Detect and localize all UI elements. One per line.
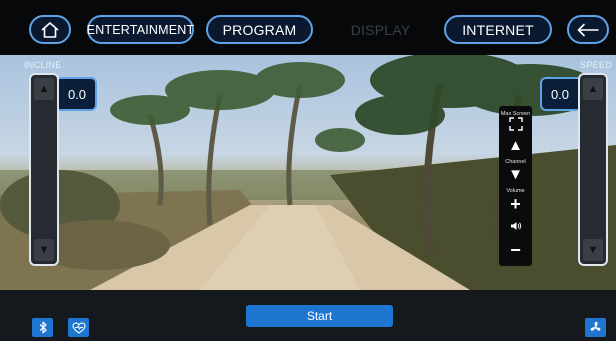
max-screen-button[interactable] — [508, 117, 523, 136]
bluetooth-icon — [39, 321, 47, 334]
triangle-up-icon: ▲ — [508, 137, 523, 154]
triangle-down-icon: ▼ — [587, 244, 599, 256]
incline-up-button[interactable]: ▲ — [34, 78, 54, 100]
triangle-up-icon: ▲ — [38, 83, 50, 95]
mute-button[interactable] — [510, 218, 522, 236]
plus-icon: + — [510, 194, 521, 214]
incline-down-button[interactable]: ▼ — [34, 239, 54, 261]
speed-value: 0.0 — [540, 77, 578, 111]
bluetooth-button[interactable] — [32, 318, 53, 337]
fan-icon — [590, 321, 601, 331]
heart-rate-icon — [71, 321, 86, 334]
speed-up-button[interactable]: ▲ — [583, 78, 603, 100]
back-button[interactable] — [567, 15, 609, 44]
start-button[interactable]: Start — [246, 305, 393, 327]
incline-label: INCLINE — [24, 60, 62, 70]
volume-up-button[interactable]: + — [510, 194, 521, 214]
speed-down-button[interactable]: ▼ — [583, 239, 603, 261]
channel-up-button[interactable]: ▲ — [508, 138, 523, 154]
triangle-down-icon: ▼ — [508, 166, 523, 183]
internet-tab[interactable]: INTERNET — [444, 15, 552, 44]
triangle-up-icon: ▲ — [587, 83, 599, 95]
speaker-icon — [510, 222, 521, 230]
fan-button[interactable] — [585, 318, 606, 337]
incline-slider[interactable]: ▲ ▼ — [29, 73, 59, 266]
home-button[interactable] — [29, 15, 71, 44]
home-icon — [41, 21, 59, 38]
program-tab[interactable]: PROGRAM — [206, 15, 313, 44]
entertainment-tab[interactable]: ENTERTAINMENT — [87, 15, 194, 44]
display-tab[interactable]: DISPLAY — [327, 15, 434, 44]
channel-label: Channel — [505, 159, 526, 165]
heart-rate-button[interactable] — [68, 318, 89, 337]
speed-slider[interactable]: ▲ ▼ — [578, 73, 608, 266]
speed-label: SPEED — [580, 60, 613, 70]
fullscreen-icon — [508, 117, 523, 131]
channel-down-button[interactable]: ▼ — [508, 167, 523, 183]
media-control-panel: Max Screen ▲ Channel ▼ Volume + − — [499, 106, 532, 266]
triangle-down-icon: ▼ — [38, 244, 50, 256]
minus-icon: − — [510, 240, 521, 260]
back-arrow-icon — [577, 23, 599, 36]
incline-value: 0.0 — [59, 77, 97, 111]
volume-down-button[interactable]: − — [510, 240, 521, 260]
